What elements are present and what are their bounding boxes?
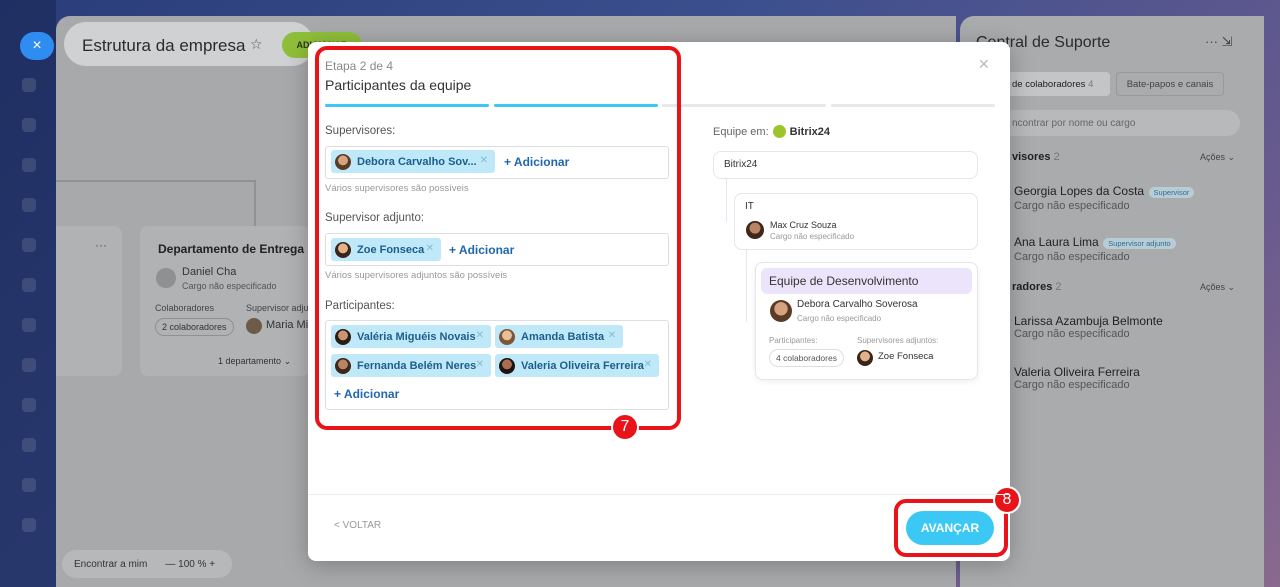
- departments-toggle[interactable]: 1 departamento ⌄: [218, 356, 291, 367]
- back-button[interactable]: < VOLTAR: [334, 520, 381, 531]
- callout-badge: 8: [993, 486, 1021, 514]
- actions-menu[interactable]: Ações ⌄: [1200, 282, 1235, 293]
- tab-count: 4: [1088, 78, 1094, 90]
- departments-count: 1 departamento: [218, 356, 282, 366]
- tab-chats[interactable]: Bate-papos e canais: [1116, 72, 1224, 96]
- more-icon[interactable]: ···: [95, 238, 107, 252]
- close-icon[interactable]: ×: [20, 32, 54, 60]
- person-name: Georgia Lopes da Costa: [1014, 184, 1145, 198]
- avatar: [857, 350, 873, 366]
- zoom-bar: Encontrar a mim — 100 % +: [62, 550, 232, 578]
- tree-connector: [726, 178, 727, 222]
- avatar: [770, 300, 792, 322]
- department-card[interactable]: [56, 226, 122, 376]
- tree-connector: [56, 180, 256, 182]
- list-item[interactable]: Larissa Azambuja Belmonte Cargo não espe…: [1014, 314, 1163, 340]
- zoom-control[interactable]: — 100 % +: [165, 559, 215, 570]
- tree-connector: [254, 180, 256, 230]
- progress-step: [662, 104, 826, 107]
- deputy-name: Maria Mi: [266, 319, 309, 331]
- person-name: Ana Laura Lima: [1014, 235, 1099, 249]
- person-name: Valeria Oliveira Ferreira: [1014, 365, 1140, 379]
- list-item[interactable]: Ana Laura Lima Supervisor adjunto Cargo …: [1014, 233, 1176, 263]
- panel-menu-icon[interactable]: ··· ⇲: [1205, 34, 1233, 50]
- department-title: Departamento de Entrega: [158, 242, 305, 256]
- company-name: Bitrix24: [789, 125, 831, 138]
- department-head-role: Cargo não especificado: [182, 281, 277, 291]
- close-icon[interactable]: ✕: [978, 56, 990, 73]
- chevron-down-icon: ⌄: [283, 356, 292, 366]
- it-head-role: Cargo não especificado: [770, 232, 855, 241]
- it-head-name: Max Cruz Souza: [770, 220, 837, 230]
- role-badge: Supervisor: [1148, 187, 1195, 198]
- deputy-label: Supervisor adjunto: [246, 303, 308, 313]
- deputies-label: Supervisores adjuntos:: [857, 336, 939, 345]
- page-title: Estrutura da empresa: [82, 36, 246, 55]
- team-head-role: Cargo não especificado: [797, 314, 882, 323]
- bitrix-logo-icon: [772, 125, 786, 138]
- collaborators-count: 4 colaboradores: [769, 349, 844, 367]
- person-role: Cargo não especificado: [1014, 379, 1130, 391]
- deputy-name: Zoe Fonseca: [878, 351, 934, 362]
- list-item[interactable]: Valeria Oliveira Ferreira Cargo não espe…: [1014, 365, 1140, 391]
- left-rail: [0, 0, 56, 587]
- callout-badge: 7: [611, 413, 639, 441]
- person-name: Larissa Azambuja Belmonte: [1014, 314, 1163, 328]
- collaborators-section-title: radores 2: [1012, 281, 1062, 293]
- supervisors-section-title: visores 2: [1012, 151, 1060, 163]
- root-node-label: Bitrix24: [724, 159, 758, 170]
- team-in-label: Equipe em:: [713, 125, 769, 138]
- team-head-name: Debora Carvalho Soverosa: [797, 299, 918, 310]
- next-button[interactable]: AVANÇAR: [906, 511, 994, 545]
- progress-step: [831, 104, 995, 107]
- team-location: Equipe em: Bitrix24: [713, 125, 830, 138]
- actions-menu[interactable]: Ações ⌄: [1200, 152, 1235, 163]
- footer-divider: [308, 494, 1010, 495]
- team-name: Equipe de Desenvolvimento: [761, 268, 972, 294]
- find-me-button[interactable]: Encontrar a mim: [74, 559, 147, 570]
- pin-icon[interactable]: ☆: [250, 36, 263, 53]
- search-input[interactable]: ncontrar por nome ou cargo: [1000, 110, 1240, 136]
- department-head-name: Daniel Cha: [182, 266, 237, 278]
- participants-label: Participantes:: [769, 336, 818, 345]
- tree-connector: [746, 248, 747, 322]
- collaborators-count[interactable]: 2 colaboradores: [155, 318, 234, 336]
- collaborators-label: Colaboradores: [155, 303, 215, 313]
- avatar: [746, 221, 764, 239]
- person-role: Cargo não especificado: [1014, 328, 1130, 340]
- zoom-level: 100: [178, 558, 195, 570]
- person-role: Cargo não especificado: [1014, 251, 1130, 263]
- callout-highlight: [315, 46, 681, 430]
- it-node-label: IT: [745, 201, 754, 212]
- role-badge: Supervisor adjunto: [1103, 238, 1176, 249]
- person-role: Cargo não especificado: [1014, 200, 1130, 212]
- avatar: [246, 318, 262, 334]
- tab-collaborators[interactable]: de colaboradores 4: [1000, 72, 1110, 96]
- avatar: [156, 268, 176, 288]
- list-item[interactable]: Georgia Lopes da Costa Supervisor Cargo …: [1014, 182, 1195, 212]
- tab-label: de colaboradores: [1012, 78, 1086, 90]
